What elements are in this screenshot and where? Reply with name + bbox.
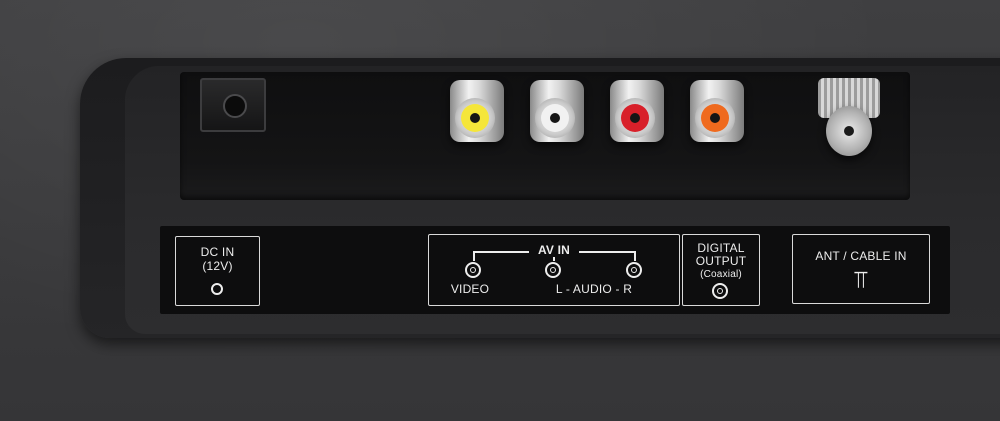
video-label: VIDEO	[450, 282, 490, 296]
av-in-title: AV IN	[529, 243, 579, 257]
av-in-bracket-right	[634, 251, 636, 261]
audio-right-jack-hole	[630, 113, 640, 123]
video-port-icon	[465, 262, 481, 278]
dc-in-label-line2: (12V)	[202, 259, 233, 273]
audio-left-jack[interactable]	[530, 80, 584, 142]
digital-output-label-box: DIGITAL OUTPUT (Coaxial)	[682, 234, 760, 306]
digital-label-line2: OUTPUT	[695, 254, 747, 268]
audio-right-jack[interactable]	[610, 80, 664, 142]
audio-label: L - AUDIO - R	[555, 282, 633, 296]
digital-output-port-icon	[712, 283, 728, 299]
av-in-bracket-left	[473, 251, 475, 261]
av-in-label-box: AV IN VIDEO L - AUDIO - R	[428, 234, 680, 306]
dc-in-label-box: DC IN (12V)	[175, 236, 260, 306]
coax-center-pin	[844, 126, 854, 136]
dc-in-label-line1: DC IN	[200, 245, 235, 259]
video-jack-hole	[470, 113, 480, 123]
dc-in-port-icon	[211, 283, 223, 295]
digital-coaxial-jack-hole	[710, 113, 720, 123]
audio-left-jack-hole	[550, 113, 560, 123]
ant-cable-label: ANT / CABLE IN	[815, 249, 907, 263]
digital-coaxial-jack[interactable]	[690, 80, 744, 142]
video-jack[interactable]	[450, 80, 504, 142]
audio-left-port-icon	[545, 262, 561, 278]
antenna-symbol-icon: ⫪	[854, 267, 868, 294]
port-label-panel: DC IN (12V) AV IN VIDEO L - AUDIO - R DI…	[160, 226, 950, 314]
audio-right-port-icon	[626, 262, 642, 278]
ant-cable-label-box: ANT / CABLE IN ⫪	[792, 234, 930, 304]
digital-label-line1: DIGITAL	[697, 241, 745, 255]
antenna-coax-connector[interactable]	[818, 78, 880, 158]
dc-in-jack[interactable]	[200, 78, 266, 132]
digital-label-line3: (Coaxial)	[700, 269, 742, 280]
